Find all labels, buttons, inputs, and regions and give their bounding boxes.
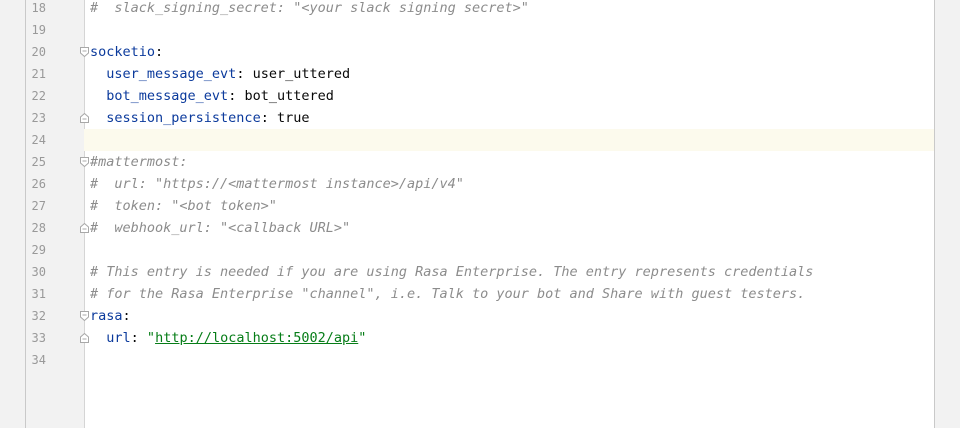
line-number: 23 [31,111,46,125]
fold-end-icon[interactable] [80,333,89,343]
gutter-cell: 27 [26,195,84,217]
gutter-cell: 18 [26,0,84,19]
line-number: 27 [31,199,46,213]
yaml-comment: # token: "<bot token>" [90,198,277,214]
code-text[interactable]: # token: "<bot token>" [90,195,277,217]
line-number: 28 [31,221,46,235]
current-line[interactable]: 24 [26,129,934,151]
gutter-cell: 21 [26,63,84,85]
line-number: 20 [31,45,46,59]
code-line[interactable]: 26 # url: "https://<mattermost instance>/… [26,173,934,195]
code-text[interactable]: # for the Rasa Enterprise "channel", i.e… [90,283,805,305]
code-token: : bot_uttered [228,88,334,104]
code-editor[interactable]: 18 # slack_signing_secret: "<your slack s… [26,0,934,428]
code-text[interactable]: url: "http://localhost:5002/api" [90,327,366,349]
code-text[interactable]: socketio: [90,41,163,63]
code-text[interactable]: # This entry is needed if you are using … [90,261,813,283]
code-line[interactable]: 30 # This entry is needed if you are usin… [26,261,934,283]
code-text[interactable]: #mattermost: [90,151,188,173]
yaml-key: user_message_evt [106,66,237,82]
line-number: 25 [31,155,46,169]
code-text[interactable]: user_message_evt: user_uttered [90,63,350,85]
code-line[interactable]: 29 [26,239,934,261]
line-number: 34 [31,353,46,367]
code-line[interactable]: 18 # slack_signing_secret: "<your slack s… [26,0,934,19]
yaml-comment: # This entry is needed if you are using … [90,264,814,280]
code-line[interactable]: 22 bot_message_evt: bot_uttered [26,85,934,107]
left-tool-strip [0,0,26,428]
gutter-cell: 19 [26,19,84,41]
gutter-cell: 28 [26,217,89,239]
fold-start-icon[interactable] [80,157,89,167]
code-text[interactable]: # url: "https://<mattermost instance>/ap… [90,173,464,195]
code-line[interactable]: 34 [26,349,934,371]
gutter-cell: 20 [26,41,89,63]
fold-end-icon[interactable] [80,223,89,233]
code-line[interactable]: 33 url: "http://localhost:5002/api" [26,327,934,349]
code-line[interactable]: 27 # token: "<bot token>" [26,195,934,217]
fold-start-icon[interactable] [80,47,89,57]
line-number: 21 [31,67,46,81]
yaml-comment: # webhook_url: "<callback URL>" [90,220,351,236]
string-quote: " [146,330,156,346]
gutter-cell: 30 [26,261,84,283]
code-token: : user_uttered [236,66,351,82]
code-token: : [122,308,131,324]
gutter-cell: 25 [26,151,89,173]
yaml-key: bot_message_evt [106,88,229,104]
yaml-comment: # for the Rasa Enterprise "channel", i.e… [90,286,806,302]
gutter-cell: 32 [26,305,89,327]
line-number: 19 [31,23,46,37]
yaml-key: socketio [90,44,156,60]
gutter-cell: 31 [26,283,84,305]
gutter-cell: 26 [26,173,84,195]
line-number: 18 [31,1,46,15]
code-text[interactable]: # slack_signing_secret: "<your slack sig… [90,0,529,19]
line-number: 31 [31,287,46,301]
gutter-cell: 34 [26,349,84,371]
yaml-comment: # slack_signing_secret: "<your slack sig… [90,0,529,16]
gutter-cell: 22 [26,85,84,107]
code-line[interactable]: 32 rasa: [26,305,934,327]
code-line[interactable]: 19 [26,19,934,41]
line-number: 26 [31,177,46,191]
code-token: : [155,44,164,60]
right-tool-strip [934,0,960,428]
code-text[interactable]: session_persistence: true [90,107,309,129]
yaml-comment: #mattermost: [90,154,188,170]
gutter-cell: 33 [26,327,89,349]
line-number: 33 [31,331,46,345]
fold-start-icon[interactable] [80,311,89,321]
code-token: : [130,330,147,346]
line-number: 30 [31,265,46,279]
code-line[interactable]: 28 # webhook_url: "<callback URL>" [26,217,934,239]
code-line[interactable]: 31 # for the Rasa Enterprise "channel", i… [26,283,934,305]
string-quote: " [358,330,367,346]
yaml-key: session_persistence [106,110,261,126]
code-text[interactable]: rasa: [90,305,131,327]
yaml-key: url [106,330,131,346]
gutter-cell: 24 [26,129,84,151]
code-line[interactable]: 21 user_message_evt: user_uttered [26,63,934,85]
code-text[interactable]: bot_message_evt: bot_uttered [90,85,334,107]
url-link[interactable]: http://localhost:5002/api [155,330,358,346]
code-text[interactable]: # webhook_url: "<callback URL>" [90,217,350,239]
code-line[interactable]: 23 session_persistence: true [26,107,934,129]
line-number: 32 [31,309,46,323]
fold-end-icon[interactable] [80,113,89,123]
yaml-comment: # url: "https://<mattermost instance>/ap… [90,176,464,192]
code-line[interactable]: 20 socketio: [26,41,934,63]
yaml-key: rasa [90,308,123,324]
code-line[interactable]: 25 #mattermost: [26,151,934,173]
line-number: 22 [31,89,46,103]
line-number: 24 [31,133,46,147]
code-token: : true [260,110,310,126]
gutter-cell: 23 [26,107,89,129]
line-number: 29 [31,243,46,257]
gutter-cell: 29 [26,239,84,261]
